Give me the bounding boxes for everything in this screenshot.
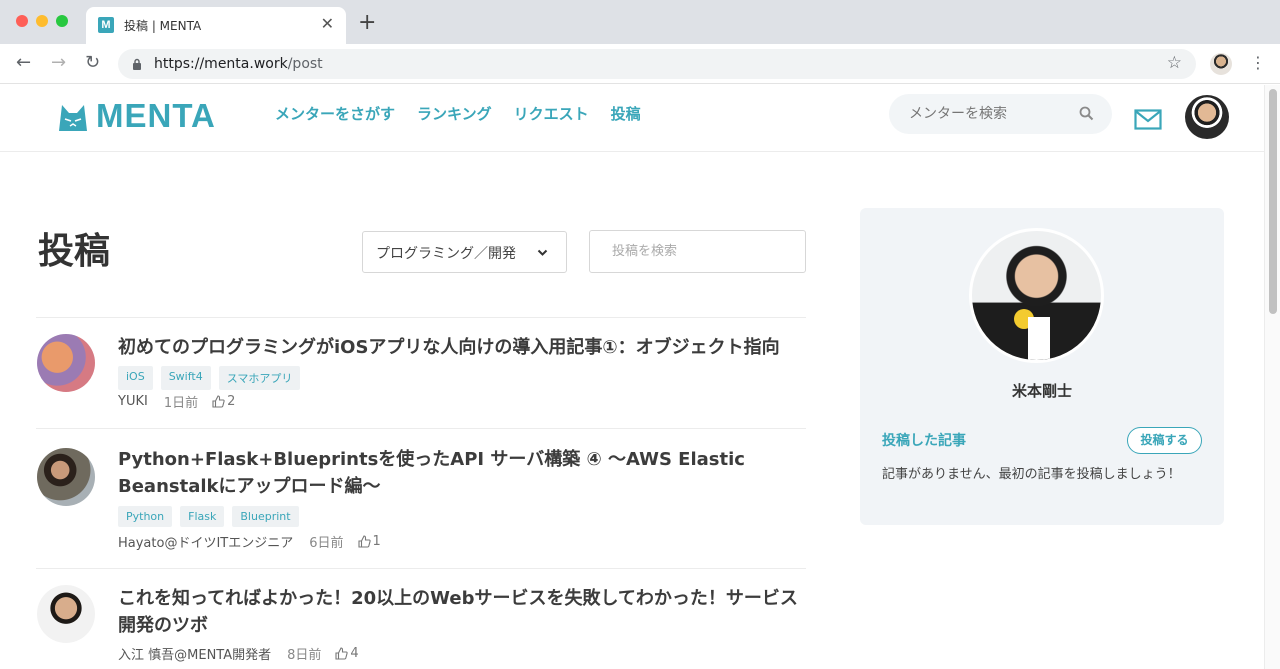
tag[interactable]: Swift4 — [160, 366, 211, 390]
close-window-button[interactable] — [16, 15, 28, 27]
post-title[interactable]: これを知ってればよかった！20以上のWebサービスを失敗してわかった！サービス開… — [118, 585, 808, 639]
author-avatar[interactable] — [37, 334, 95, 392]
new-tab-icon[interactable]: + — [358, 11, 376, 35]
url-path: /post — [287, 56, 323, 72]
bookmark-star-icon[interactable]: ☆ — [1167, 53, 1182, 73]
thumbs-up-icon — [335, 647, 349, 660]
site-header: MENTA メンターをさがす ランキング リクエスト 投稿 — [0, 85, 1264, 152]
post-search-input[interactable] — [589, 230, 806, 273]
category-select[interactable]: プログラミング／開発 — [362, 231, 567, 273]
browser-tab-active[interactable]: M 投稿 | MENTA ✕ — [86, 7, 346, 44]
post-item[interactable]: Python+Flask+Blueprintsを使ったAPI サーバ構築 ④ 〜… — [36, 428, 806, 568]
post-tags: Python Flask Blueprint — [118, 506, 299, 527]
post-time: 1日前 — [163, 396, 199, 411]
author-name[interactable]: Hayato@ドイツITエンジニア — [118, 532, 293, 551]
nav-find-mentor[interactable]: メンターをさがす — [275, 103, 395, 124]
post-time: 8日前 — [287, 648, 322, 663]
profile-sidebar: 米本剛士 投稿した記事 投稿する 記事がありません、最初の記事を投稿しましょう！ — [860, 208, 1224, 525]
create-post-button[interactable]: 投稿する — [1127, 427, 1202, 454]
author-name[interactable]: YUKI — [118, 394, 148, 409]
url-host: https://menta.work — [154, 56, 288, 72]
minimize-window-button[interactable] — [36, 15, 48, 27]
tag[interactable]: スマホアプリ — [218, 366, 301, 390]
menta-logo[interactable]: MENTA — [56, 97, 216, 135]
browser-profile-avatar[interactable] — [1210, 53, 1232, 75]
time-and-likes: 1日前 2 — [164, 392, 236, 411]
author-avatar[interactable] — [37, 448, 95, 506]
page-title: 投稿 — [38, 231, 111, 272]
thumbs-up-icon — [212, 395, 225, 408]
tag[interactable]: Flask — [180, 506, 225, 527]
browser-menu-icon[interactable]: ⋮ — [1250, 52, 1266, 74]
nav-posts[interactable]: 投稿 — [611, 103, 641, 124]
tag[interactable]: Blueprint — [232, 506, 299, 527]
user-avatar[interactable] — [1185, 95, 1229, 139]
browser-toolbar: ← → ↻ https://menta.work/post ☆ ⋮ — [0, 44, 1280, 84]
mentor-search-input[interactable] — [909, 94, 1079, 134]
author-name[interactable]: 入江 慎吾@MENTA開発者 — [118, 644, 271, 663]
post-time: 6日前 — [309, 536, 344, 551]
tab-close-icon[interactable]: ✕ — [321, 14, 334, 34]
category-select-value: プログラミング／開発 — [376, 246, 516, 262]
post-meta: Hayato@ドイツITエンジニア 6日前 1 — [118, 532, 381, 551]
back-arrow-icon[interactable]: ← — [16, 52, 31, 74]
like-count: 4 — [350, 646, 359, 661]
chevron-down-icon — [537, 249, 548, 256]
tag[interactable]: iOS — [118, 366, 153, 390]
post-title[interactable]: Python+Flask+Blueprintsを使ったAPI サーバ構築 ④ 〜… — [118, 446, 808, 500]
post-title[interactable]: 初めてのプログラミングがiOSアプリな人向けの導入用記事①：オブジェクト指向 — [118, 334, 808, 361]
author-avatar[interactable] — [37, 585, 95, 643]
profile-name: 米本剛士 — [1011, 382, 1072, 400]
nav-request[interactable]: リクエスト — [514, 103, 589, 124]
forward-arrow-icon[interactable]: → — [51, 52, 66, 74]
page-scrollbar[interactable] — [1264, 85, 1280, 669]
like-count: 1 — [372, 534, 381, 549]
tab-title: 投稿 | MENTA — [124, 19, 202, 33]
post-tags: iOS Swift4 スマホアプリ — [118, 366, 301, 390]
profile-avatar[interactable] — [969, 228, 1104, 363]
reload-icon[interactable]: ↻ — [85, 52, 100, 74]
thumbs-up-icon — [357, 535, 371, 548]
mail-icon[interactable] — [1134, 109, 1162, 130]
time-and-likes: 8日前 4 — [287, 644, 359, 663]
empty-posts-message: 記事がありません、最初の記事を投稿しましょう！ — [882, 467, 1181, 482]
tag[interactable]: Python — [118, 506, 173, 527]
maximize-window-button[interactable] — [56, 15, 68, 27]
url-text: https://menta.work/post — [154, 56, 323, 72]
mentor-search — [889, 94, 1112, 134]
address-bar[interactable]: https://menta.work/post ☆ — [118, 49, 1196, 79]
like-count: 2 — [227, 394, 236, 409]
nav-ranking[interactable]: ランキング — [417, 103, 492, 124]
post-meta: 入江 慎吾@MENTA開発者 8日前 4 — [118, 644, 359, 663]
post-item[interactable]: これを知ってればよかった！20以上のWebサービスを失敗してわかった！サービス開… — [36, 568, 806, 669]
browser-tab-bar: M 投稿 | MENTA ✕ + — [0, 0, 1280, 44]
time-and-likes: 6日前 1 — [309, 532, 381, 551]
global-nav: メンターをさがす ランキング リクエスト 投稿 — [275, 103, 641, 124]
my-posts-heading: 投稿した記事 — [882, 433, 966, 449]
scrollbar-thumb[interactable] — [1269, 89, 1277, 314]
post-item[interactable]: 初めてのプログラミングがiOSアプリな人向けの導入用記事①：オブジェクト指向 i… — [36, 317, 806, 428]
logo-text: MENTA — [96, 97, 216, 134]
menta-favicon-icon: M — [98, 17, 114, 33]
avatar-detail — [1028, 317, 1050, 360]
post-meta: YUKI 1日前 2 — [118, 392, 235, 411]
window-controls — [16, 15, 68, 27]
search-icon[interactable] — [1079, 106, 1094, 121]
menta-cat-logo-icon — [59, 105, 87, 131]
lock-icon — [133, 58, 141, 70]
